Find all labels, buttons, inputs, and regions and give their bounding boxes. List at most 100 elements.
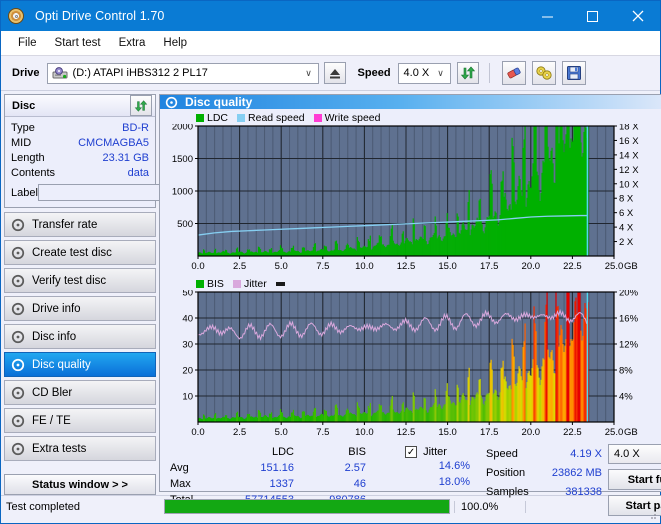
stats-header-ldc: LDC — [271, 446, 294, 458]
disc-icon — [11, 358, 25, 371]
legend-item-write-speed: Write speed — [313, 112, 381, 124]
speed-value: 4.0 X — [403, 67, 430, 79]
legend-label: Jitter — [243, 277, 267, 290]
sidebar-item-transfer-rate[interactable]: Transfer rate — [4, 212, 156, 237]
maximize-button[interactable] — [570, 1, 615, 31]
svg-text:2 X: 2 X — [619, 237, 634, 248]
eject-button[interactable] — [323, 62, 346, 84]
sidebar-item-disc-quality[interactable]: Disc quality — [4, 352, 156, 377]
svg-text:50: 50 — [182, 290, 193, 299]
svg-text:2.5: 2.5 — [233, 427, 246, 438]
sidebar-item-drive-info[interactable]: Drive info — [4, 296, 156, 321]
drive-select[interactable]: (D:) ATAPI iHBS312 2 PL17 ∨ — [46, 62, 319, 84]
sidebar-item-disc-info[interactable]: Disc info — [4, 324, 156, 349]
jitter-checkbox[interactable]: ✓ — [405, 446, 418, 458]
disc-row-mid: MID CMCMAGBA5 — [11, 135, 149, 150]
svg-text:5.0: 5.0 — [275, 261, 288, 272]
erase-button[interactable] — [501, 61, 526, 85]
disc-icon — [11, 274, 25, 287]
stats-row-name: Max — [170, 478, 191, 490]
refresh-icon — [460, 66, 475, 80]
svg-text:22.5: 22.5 — [563, 261, 582, 272]
sidebar-item-cd-bler[interactable]: CD Bler — [4, 380, 156, 405]
menu-item-extra[interactable]: Extra — [110, 35, 155, 51]
disc-icon — [11, 302, 25, 315]
close-button[interactable] — [615, 1, 660, 31]
main-body: Disc Type BD-R MID CMCMAGBA5 Length 23.3… — [1, 91, 661, 516]
table-row: Max 1337 46 — [170, 476, 366, 492]
disc-icon — [11, 246, 25, 259]
svg-text:10.0: 10.0 — [355, 427, 374, 438]
disc-row-key: MID — [11, 136, 32, 149]
speed-label: Speed — [357, 67, 391, 79]
menu-item-start-test[interactable]: Start test — [46, 35, 110, 51]
jitter-avg-value: 14.6% — [438, 460, 470, 472]
sidebar-item-label: Disc quality — [32, 358, 91, 371]
readout-key: Position — [486, 466, 526, 479]
sidebar-item-extra-tests[interactable]: Extra tests — [4, 436, 156, 461]
legend-label: Read speed — [248, 111, 305, 124]
nav-list: Transfer rate Create test disc Verify te… — [4, 212, 156, 461]
legend-swatch — [196, 113, 204, 122]
resize-grip-icon[interactable] — [647, 510, 657, 520]
jitter-max-value: 18.0% — [438, 476, 470, 488]
svg-text:0.0: 0.0 — [191, 261, 204, 272]
sidebar-item-label: Transfer rate — [32, 218, 98, 231]
save-button[interactable] — [561, 61, 586, 85]
svg-text:500: 500 — [177, 219, 193, 230]
svg-text:40: 40 — [182, 314, 193, 325]
svg-text:1000: 1000 — [172, 187, 193, 198]
svg-text:GB: GB — [624, 427, 638, 438]
drive-value: (D:) ATAPI iHBS312 2 PL17 — [72, 67, 208, 79]
sidebar-item-verify-test-disc[interactable]: Verify test disc — [4, 268, 156, 293]
menu-item-help[interactable]: Help — [154, 35, 196, 51]
legend-item-jitter: Jitter — [232, 277, 267, 290]
disc-row-length: Length 23.31 GB — [11, 150, 149, 165]
sidebar-item-label: Create test disc — [32, 246, 112, 259]
disc-tools-button[interactable] — [531, 61, 556, 85]
legend-item-ldc: LDC — [196, 112, 228, 124]
refresh-icon — [134, 99, 148, 112]
stats-header-bis: BIS — [348, 446, 366, 458]
svg-text:15.0: 15.0 — [438, 427, 457, 438]
start-full-button[interactable]: Start full — [608, 469, 661, 490]
jitter-header: ✓ Jitter — [366, 444, 486, 460]
svg-text:25.0: 25.0 — [605, 427, 624, 438]
sidebar-item-create-test-disc[interactable]: Create test disc — [4, 240, 156, 265]
disc-row-contents: Contents data — [11, 165, 149, 180]
stats-cell-bis: 46 — [353, 478, 366, 490]
status-window-button[interactable]: Status window > > — [4, 474, 156, 495]
svg-text:30: 30 — [182, 340, 193, 351]
disc-refresh-button[interactable] — [130, 95, 152, 116]
main-panel-title: Disc quality — [185, 95, 253, 109]
sidebar-item-label: FE / TE — [32, 414, 71, 427]
sidebar-item-fe-te[interactable]: FE / TE — [4, 408, 156, 433]
disc-info-panel: Disc Type BD-R MID CMCMAGBA5 Length 23.3… — [4, 94, 241, 208]
drive-icon — [52, 66, 68, 78]
test-speed-value: 4.0 X — [614, 448, 640, 460]
legend-drag-handle[interactable] — [275, 281, 288, 286]
window-title: Opti Drive Control 1.70 — [35, 9, 165, 23]
readout-value: 23862 MB — [551, 466, 602, 479]
disc-panel-header: Disc — [5, 95, 155, 117]
chart-bottom-legend: BIS Jitter — [164, 277, 661, 290]
disc-row-key: Contents — [11, 166, 56, 179]
svg-text:6 X: 6 X — [619, 208, 634, 219]
refresh-button[interactable] — [456, 62, 479, 84]
test-speed-select[interactable]: 4.0 X ∨ — [608, 444, 661, 464]
svg-text:2.5: 2.5 — [233, 261, 246, 272]
main-panel-header: Disc quality — [160, 95, 661, 109]
svg-text:2000: 2000 — [172, 124, 193, 133]
menu-item-file[interactable]: File — [9, 35, 46, 51]
jitter-avg: 14.6% — [366, 460, 486, 476]
stats-header-row: LDC BIS — [170, 444, 366, 460]
disc-label-key: Label — [11, 186, 38, 199]
minimize-button[interactable] — [525, 1, 570, 31]
readout-key: Samples — [486, 485, 529, 498]
disc-row-value: CMCMAGBA5 — [78, 136, 149, 149]
speed-select[interactable]: 4.0 X ∨ — [397, 62, 451, 84]
svg-text:22.5: 22.5 — [563, 427, 582, 438]
sidebar-item-label: Drive info — [32, 302, 81, 315]
svg-text:17.5: 17.5 — [480, 261, 499, 272]
svg-text:25.0: 25.0 — [605, 261, 624, 272]
